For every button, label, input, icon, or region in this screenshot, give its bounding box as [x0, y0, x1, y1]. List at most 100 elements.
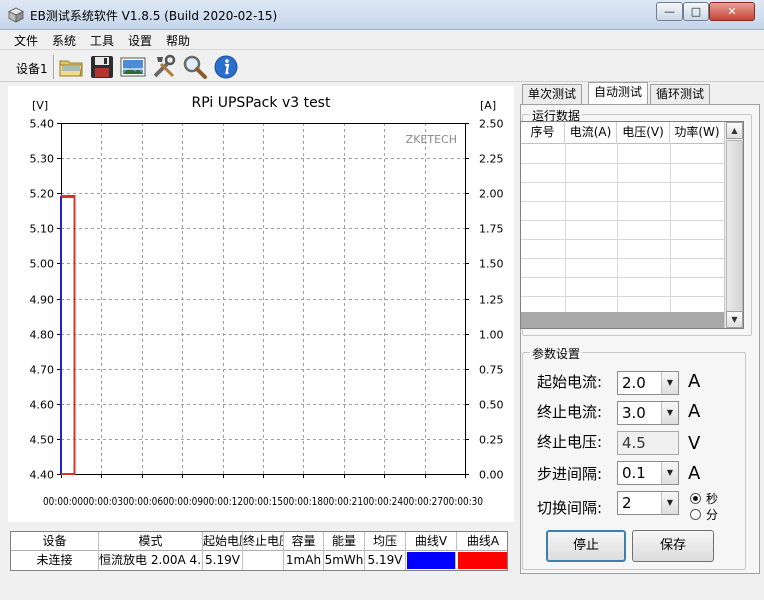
- column-header[interactable]: 电压(V): [617, 122, 670, 144]
- save-button[interactable]: 保存: [632, 530, 714, 562]
- params-title: 参数设置: [530, 345, 583, 362]
- cell-start-voltage: 5.19V: [203, 551, 243, 570]
- y-left-tick-label: 5.30: [30, 153, 55, 166]
- step-interval-select[interactable]: 0.1 ▼: [617, 461, 679, 485]
- image-icon[interactable]: [120, 54, 146, 80]
- save-icon[interactable]: [89, 54, 115, 80]
- scroll-thumb[interactable]: [726, 140, 743, 312]
- search-icon[interactable]: [182, 54, 208, 80]
- app-cube-icon: [8, 7, 24, 23]
- close-button[interactable]: ✕: [709, 2, 755, 21]
- menu-bar: 文件 系统 工具 设置 帮助: [0, 30, 764, 50]
- voltage-series-line: [60, 195, 76, 474]
- radio-minutes-label: 分: [706, 508, 719, 522]
- y-right-tick-label: 1.00: [479, 329, 504, 342]
- table-header: 终止电压: [243, 532, 284, 551]
- folder-icon[interactable]: [58, 54, 84, 80]
- scroll-up-button[interactable]: ▲: [726, 122, 743, 139]
- y-left-unit: [V]: [32, 99, 48, 112]
- run-data-grid: [521, 144, 724, 312]
- tools-icon[interactable]: [151, 54, 177, 80]
- end-voltage-label: 终止电压:: [537, 433, 603, 451]
- end-current-label: 终止电流:: [537, 403, 603, 421]
- curve-a-color-swatch[interactable]: [458, 552, 507, 569]
- y-left-tick-label: 5.10: [30, 223, 55, 236]
- table-row[interactable]: 未连接 恒流放电 2.00A 4.50V 5.19V 1mAh 5mWh 5.1…: [11, 551, 507, 570]
- info-icon[interactable]: [213, 54, 239, 80]
- table-header: 曲线A: [466, 534, 500, 548]
- end-voltage-unit: V: [688, 433, 701, 454]
- y-right-tick-label: 2.25: [479, 153, 504, 166]
- table-header: 均压: [365, 532, 406, 551]
- step-interval-label: 步进间隔:: [537, 465, 603, 483]
- start-current-label: 起始电流:: [537, 373, 603, 391]
- end-current-value: 3.0: [622, 404, 646, 422]
- stop-button[interactable]: 停止: [546, 530, 626, 562]
- scroll-down-button[interactable]: ▼: [726, 311, 743, 328]
- x-axis-tick-labels: 00:00:0000:00:0300:00:0600:00:0900:00:12…: [43, 495, 483, 508]
- y-left-tick-label: 5.20: [30, 188, 55, 201]
- menu-file[interactable]: 文件: [14, 32, 38, 49]
- y-left-tick-label: 4.60: [30, 399, 55, 412]
- y-right-unit: [A]: [480, 99, 496, 112]
- y-left-tick-label: 5.40: [30, 118, 55, 131]
- y-right-tick-label: 2.50: [479, 118, 504, 131]
- chevron-down-icon[interactable]: ▼: [661, 492, 678, 514]
- y-right-tick-label: 2.00: [479, 188, 504, 201]
- radio-empty-icon: [690, 509, 701, 520]
- end-current-select[interactable]: 3.0 ▼: [617, 401, 679, 425]
- tab-auto-test[interactable]: 自动测试: [588, 82, 649, 104]
- chevron-down-icon[interactable]: ▼: [661, 462, 678, 484]
- cell-capacity: 1mAh: [284, 551, 324, 570]
- column-header[interactable]: 序号: [521, 122, 565, 144]
- menu-help[interactable]: 帮助: [166, 32, 190, 49]
- run-data-list[interactable]: 序号 电流(A) 电压(V) 功率(W) ▲ ▼: [520, 121, 744, 329]
- menu-tools[interactable]: 工具: [90, 32, 114, 49]
- y-right-tick-label: 1.75: [479, 223, 504, 236]
- start-current-select[interactable]: 2.0 ▼: [617, 371, 679, 395]
- title-bar: EB测试系统软件 V1.8.5 (Build 2020-02-15) — □ ✕: [0, 0, 764, 30]
- column-header[interactable]: 电流(A): [565, 122, 617, 144]
- switch-interval-select[interactable]: 2 ▼: [617, 491, 679, 515]
- device-status-table: 设备 模式 起始电压 终止电压 容量 能量 均压 曲线V 曲线A 未连接 恒流放…: [10, 531, 508, 571]
- tab-cycle-test[interactable]: 循环测试: [650, 84, 711, 104]
- cell-mode: 恒流放电 2.00A 4.50V: [99, 551, 203, 570]
- minimize-button[interactable]: —: [656, 2, 683, 21]
- radio-seconds[interactable]: 秒: [690, 490, 718, 507]
- chevron-down-icon[interactable]: ▼: [661, 372, 678, 394]
- menu-system[interactable]: 系统: [52, 32, 76, 49]
- end-current-unit: A: [688, 401, 701, 422]
- start-current-value: 2.0: [622, 374, 646, 392]
- vertical-scrollbar[interactable]: ▲ ▼: [724, 122, 743, 328]
- y-right-tick-label: 1.25: [479, 294, 504, 307]
- y-right-tick-label: 1.50: [479, 258, 504, 271]
- menu-settings[interactable]: 设置: [128, 32, 152, 49]
- table-header: 模式: [99, 532, 203, 551]
- end-voltage-field[interactable]: 4.5: [617, 431, 679, 455]
- y-left-tick-label: 4.70: [30, 364, 55, 377]
- horizontal-scrollbar[interactable]: [521, 312, 724, 328]
- radio-selected-icon: [690, 493, 701, 504]
- cell-end-voltage: [243, 551, 284, 570]
- radio-minutes[interactable]: 分: [690, 506, 718, 523]
- device-selector[interactable]: 设备1: [16, 60, 48, 77]
- table-header: 容量: [284, 532, 324, 551]
- chart-title: RPi UPSPack v3 test: [192, 95, 331, 111]
- step-interval-unit: A: [688, 463, 701, 484]
- y-left-tick-label: 5.00: [30, 258, 55, 271]
- watermark-text: ZKETECH: [406, 133, 457, 146]
- chart-panel: 5.40 2.50 5.30 2.25 5.20 2.00 5.10 1.75 5.00 1.50…: [8, 86, 514, 522]
- table-header: 曲线V: [406, 532, 457, 551]
- y-left-tick-label: 4.80: [30, 329, 55, 342]
- table-header: 能量: [324, 532, 365, 551]
- y-left-tick-label: 4.50: [30, 434, 55, 447]
- tab-single-test[interactable]: 单次测试: [522, 84, 583, 104]
- start-current-unit: A: [688, 371, 701, 392]
- radio-seconds-label: 秒: [706, 492, 719, 506]
- chevron-down-icon[interactable]: ▼: [661, 402, 678, 424]
- table-header: 起始电压: [203, 532, 243, 551]
- curve-v-color-swatch[interactable]: [407, 552, 456, 569]
- y-right-tick-label: 0.75: [479, 364, 504, 377]
- column-header[interactable]: 功率(W): [670, 122, 724, 144]
- maximize-button[interactable]: □: [683, 2, 709, 21]
